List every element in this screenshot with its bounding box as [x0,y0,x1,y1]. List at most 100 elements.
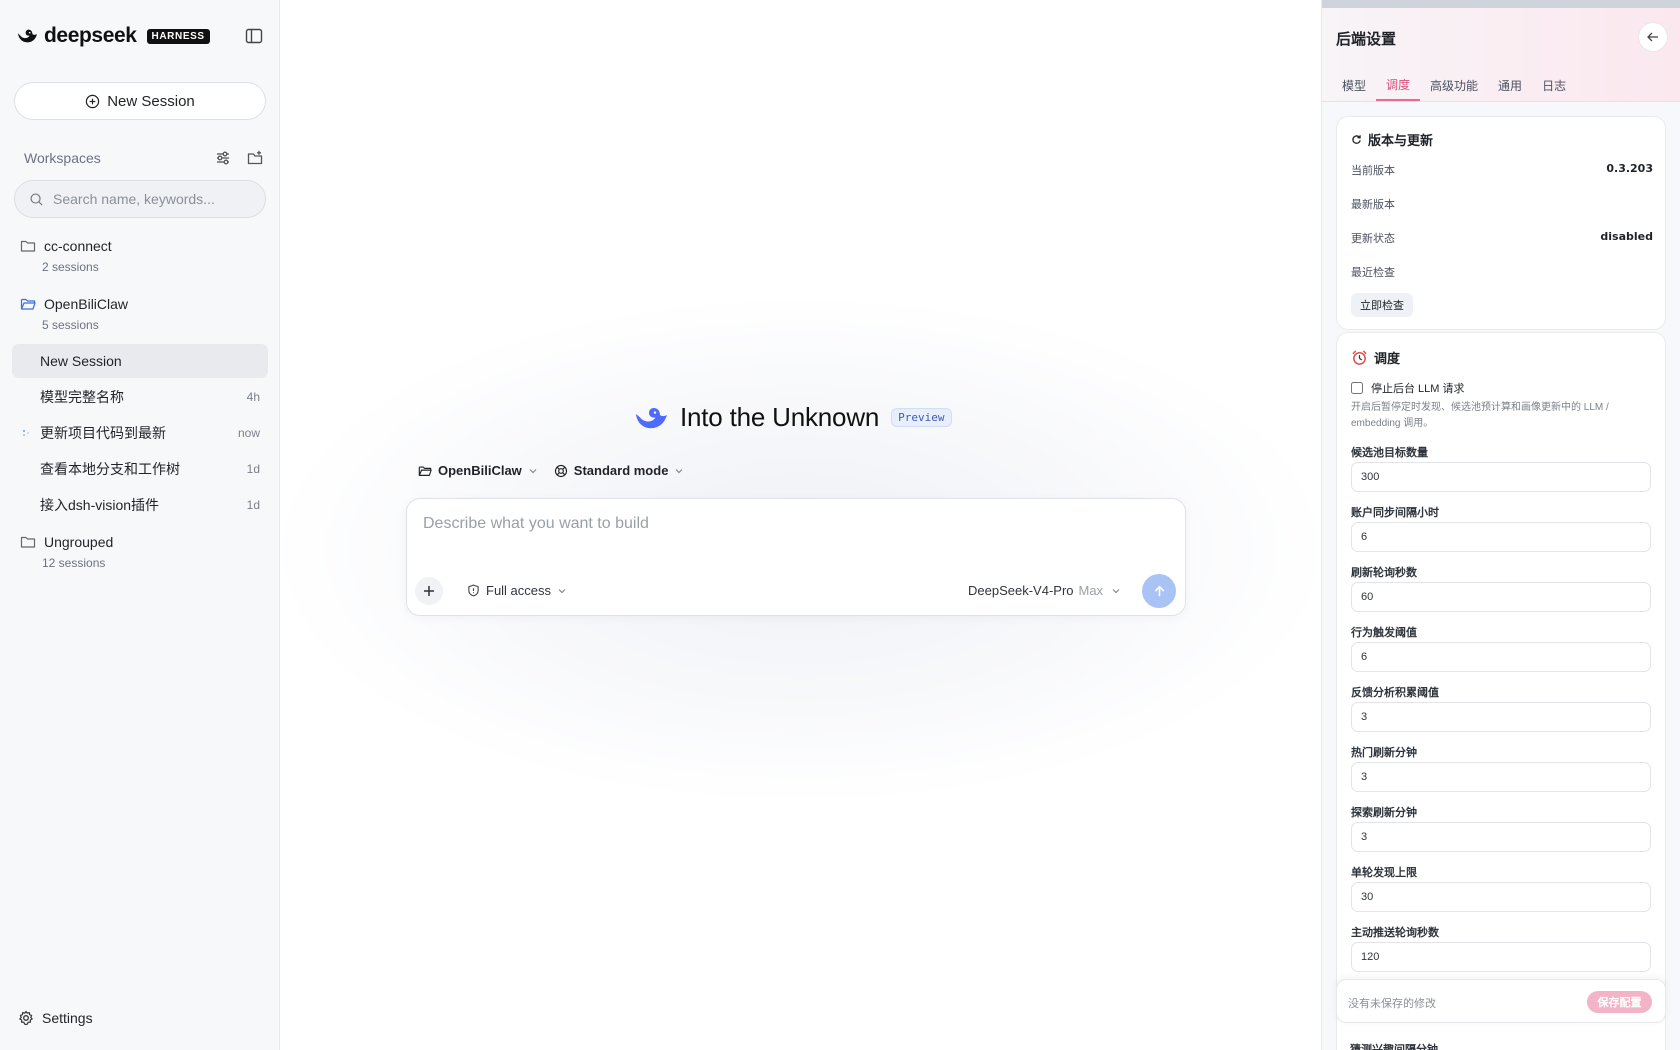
field-label-hot-refresh: 热门刷新分钟 [1351,747,1417,759]
workspace-group-ungrouped[interactable]: Ungrouped 12 sessions [20,532,270,570]
folder-icon [20,240,36,252]
workspace-group-cc-connect[interactable]: cc-connect 2 sessions [20,236,270,274]
access-label: Full access [486,583,552,598]
shield-icon [468,584,479,597]
model-effort: Max [1078,583,1104,598]
workspaces-header: Workspaces [24,148,264,168]
new-folder-icon[interactable] [246,149,264,167]
gear-icon [19,1010,33,1026]
push-poll-input[interactable] [1351,942,1651,972]
session-title: 查看本地分支和工作树 [40,461,180,477]
main-area: Into the Unknown Preview OpenBiliClaw St… [281,0,1321,1050]
version-card-title: 版本与更新 [1351,130,1433,149]
new-session-label: New Session [107,92,195,110]
schedule-card: 调度 停止后台 LLM 请求 开启后暂停定时发现、候选池预计算和画像更新中的 L… [1336,332,1666,1050]
arrow-up-icon [1154,585,1164,596]
workspace-selector[interactable]: OpenBiliClaw [418,463,538,478]
stop-llm-hint: 开启后暂停定时发现、候选池预计算和画像更新中的 LLM / embedding … [1351,402,1609,429]
discovery-limit-input[interactable] [1351,882,1651,912]
pool-target-input[interactable] [1351,462,1651,492]
workspaces-title: Workspaces [24,150,101,166]
version-row-latest: 最新版本 [1351,196,1653,212]
chevron-down-icon [558,588,566,593]
filter-sliders-icon[interactable] [214,149,232,167]
tab-advanced[interactable]: 高级功能 [1420,76,1488,101]
model-selector[interactable]: DeepSeek-V4-Pro Max [968,583,1121,598]
send-button[interactable] [1142,574,1176,608]
sidebar-toggle-icon[interactable] [244,26,264,46]
search-input[interactable] [53,191,243,207]
session-title: 模型完整名称 [40,389,124,405]
hot-refresh-input[interactable] [1351,762,1651,792]
close-panel-button[interactable] [1638,22,1668,52]
folder-icon [20,536,36,548]
field-label-pool-target: 候选池目标数量 [1351,447,1428,459]
folder-open-icon [418,465,432,476]
settings-button[interactable]: Settings [18,1010,93,1026]
new-session-button[interactable]: New Session [14,82,266,120]
settings-tabs: 模型 调度 高级功能 通用 日志 [1336,76,1576,101]
panel-header: 后端设置 模型 调度 高级功能 通用 日志 [1322,8,1680,102]
settings-label: Settings [42,1010,93,1026]
prompt-input[interactable] [423,515,1163,549]
tab-schedule[interactable]: 调度 [1376,76,1421,101]
session-title: 接入dsh-vision插件 [40,497,160,513]
tab-model[interactable]: 模型 [1336,76,1376,101]
workspace-search[interactable] [14,180,266,218]
folder-open-icon [20,298,36,310]
feedback-threshold-input[interactable] [1351,702,1651,732]
field-label-behavior-threshold: 行为触发阈值 [1351,627,1417,639]
deepseek-whale-icon [17,29,37,43]
group-session-count: 12 sessions [42,556,106,570]
lifebuoy-icon [554,464,567,477]
composer-options: OpenBiliClaw Standard mode [418,463,684,478]
chevron-down-icon [675,468,683,473]
version-row-current: 当前版本 0.3.203 [1351,162,1653,178]
refresh-poll-input[interactable] [1351,582,1651,612]
brand: deepseek HARNESS [16,24,210,48]
hero: Into the Unknown Preview [634,402,952,433]
mode-selector[interactable]: Standard mode [554,463,685,478]
attach-button[interactable] [415,577,443,605]
tab-general[interactable]: 通用 [1488,76,1532,101]
session-item[interactable]: 更新项目代码到最新 now [12,416,268,450]
plus-icon [424,586,434,596]
field-label-feedback-threshold: 反馈分析积累阈值 [1351,687,1439,699]
session-item[interactable]: New Session [12,344,268,378]
field-label-refresh-poll: 刷新轮询秒数 [1351,567,1417,579]
version-row-status: 更新状态 disabled [1351,230,1653,246]
group-name: OpenBiliClaw [44,296,129,312]
version-card-title-text: 版本与更新 [1368,133,1434,148]
brand-badge: HARNESS [146,28,210,44]
running-spinner-icon [23,430,29,436]
kv-key: 最近检查 [1351,267,1395,279]
session-item[interactable]: 查看本地分支和工作树 1d [12,452,268,486]
save-config-button[interactable]: 保存配置 [1587,991,1652,1013]
composer: Full access DeepSeek-V4-Pro Max [406,498,1186,616]
kv-value: 0.3.203 [1606,162,1653,175]
sidebar: deepseek HARNESS New Session Workspaces [0,0,280,1050]
behavior-threshold-input[interactable] [1351,642,1651,672]
session-item[interactable]: 接入dsh-vision插件 1d [12,488,268,522]
account-sync-input[interactable] [1351,522,1651,552]
tab-logs[interactable]: 日志 [1532,76,1576,101]
stop-llm-checkbox[interactable] [1351,382,1363,394]
stop-llm-toggle[interactable]: 停止后台 LLM 请求 [1351,380,1465,396]
workspace-group-openbiliclaw[interactable]: OpenBiliClaw 5 sessions [20,294,270,332]
brand-name: deepseek [44,24,137,47]
arrow-left-icon [1647,32,1658,42]
hero-title: Into the Unknown [680,402,880,432]
explore-refresh-input[interactable] [1351,822,1651,852]
kv-value: disabled [1600,230,1653,243]
check-now-button[interactable]: 立即检查 [1351,293,1413,317]
kv-key: 更新状态 [1351,233,1395,245]
workspace-selector-label: OpenBiliClaw [438,463,522,478]
field-label-explore-refresh: 探索刷新分钟 [1351,807,1417,819]
stop-llm-label: 停止后台 LLM 请求 [1371,383,1465,395]
field-label-account-sync: 账户同步间隔小时 [1351,507,1439,519]
group-session-count: 2 sessions [42,260,99,274]
session-item[interactable]: 模型完整名称 4h [12,380,268,414]
access-selector[interactable]: Full access [467,583,567,598]
panel-top-strip [1322,0,1680,8]
session-title: 更新项目代码到最新 [40,425,166,441]
